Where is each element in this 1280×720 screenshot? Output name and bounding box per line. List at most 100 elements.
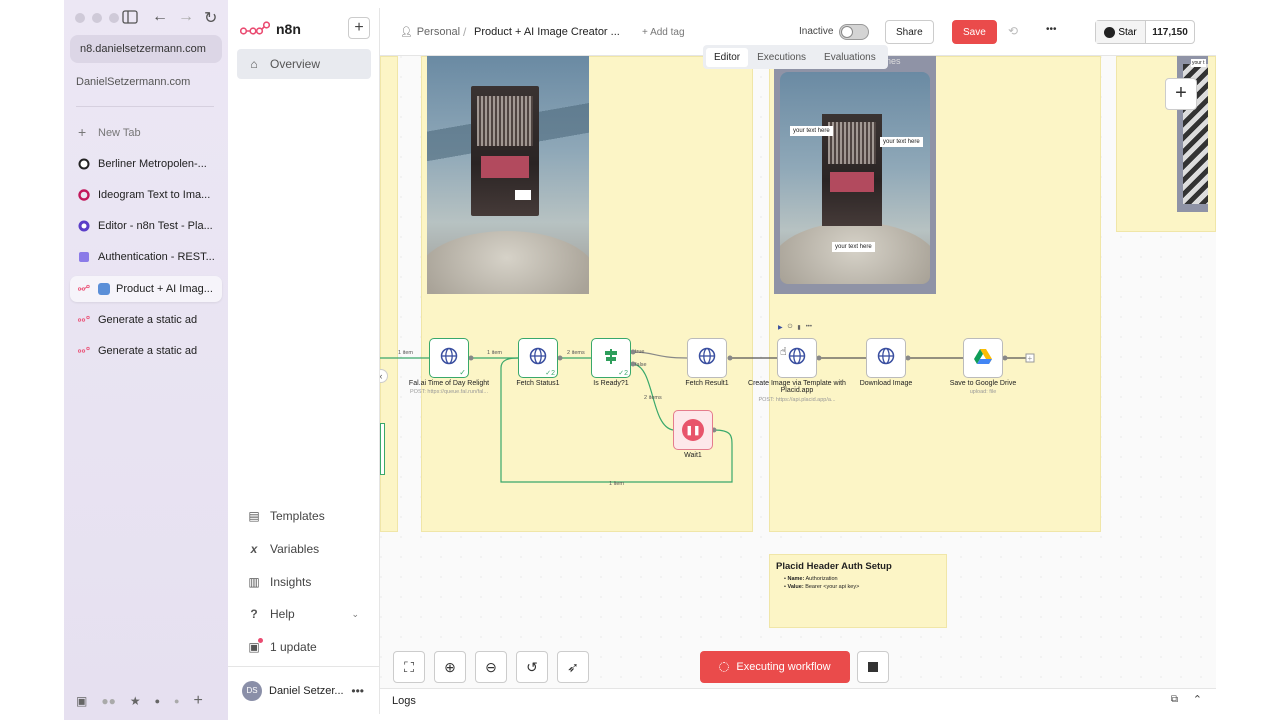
add-icon[interactable]: + [193, 692, 202, 710]
dot-icon[interactable]: ● [155, 696, 160, 706]
project-name: Personal [416, 26, 461, 38]
node-fetch-result[interactable] [687, 338, 727, 378]
create-button[interactable]: + [348, 17, 370, 39]
globe-icon [877, 347, 895, 370]
node-label: Download Image [859, 380, 913, 387]
n8n-favicon [77, 314, 90, 326]
stop-icon [868, 662, 878, 672]
zoom-out-button[interactable]: ⊖ [475, 651, 507, 683]
active-toggle[interactable] [839, 24, 869, 40]
browser-bottom-bar: ▣ ●● ★ ● ● + [76, 692, 203, 710]
node-fetch-status[interactable]: ✓2 [518, 338, 558, 378]
executing-workflow-button[interactable]: Executing workflow [700, 651, 850, 683]
node-is-ready[interactable]: ✓2 [591, 338, 631, 378]
address-bar[interactable]: n8.danielsetzermann.com [70, 35, 222, 63]
user-menu[interactable]: DS Daniel Setzer... ••• [228, 666, 380, 714]
placid-favicon [78, 220, 90, 232]
chart-icon: ▥ [248, 575, 260, 589]
user-icon: 👤︎ [400, 26, 413, 38]
window-controls[interactable] [75, 13, 119, 23]
popout-icon[interactable]: ⧉ [1171, 694, 1178, 705]
reset-zoom-button[interactable]: ↺ [516, 651, 548, 683]
node-subtitle: upload: file [969, 389, 997, 395]
trash-icon[interactable]: ▮ [797, 324, 800, 331]
tab-product-ai-image[interactable]: Product + AI Imag... [70, 276, 222, 302]
gift-icon[interactable]: ▣ [76, 694, 87, 708]
logs-label: Logs [392, 695, 416, 707]
tab-evaluations[interactable]: Evaluations [815, 48, 885, 67]
add-tag-link[interactable]: + Add tag [642, 27, 685, 38]
github-icon [1104, 26, 1116, 38]
stop-execution-button[interactable] [857, 651, 889, 683]
forward-icon[interactable]: → [178, 8, 194, 26]
tab-executions[interactable]: Executions [748, 48, 815, 67]
play-icon[interactable]: ▶ [778, 324, 783, 331]
people-icon[interactable]: ●● [101, 694, 116, 708]
tab-static-ad-2[interactable]: Generate a static ad [70, 338, 222, 364]
back-icon[interactable]: ← [152, 8, 168, 26]
new-tab-label: New Tab [98, 127, 141, 139]
tab-authentication[interactable]: Authentication - REST... [70, 244, 222, 270]
more-icon[interactable]: ••• [806, 324, 812, 331]
nav-help[interactable]: ? Help ⌄ [237, 599, 371, 629]
node-label: Is Ready?1 [593, 380, 629, 387]
tab-berliner[interactable]: Berliner Metropolen-... [70, 151, 222, 177]
edge-label: 1 item [609, 481, 624, 487]
tab-editor[interactable]: Editor [706, 47, 749, 67]
google-drive-icon [974, 348, 992, 369]
node-label: Save to Google Drive [949, 380, 1017, 387]
app-sidebar: n8n + ⌂ Overview ▤ Templates x Variables… [228, 8, 380, 714]
node-fal-relight[interactable]: ✓ [429, 338, 469, 378]
tab-static-ad-1[interactable]: Generate a static ad [70, 307, 222, 333]
save-button[interactable]: Save [952, 20, 997, 44]
ideogram-favicon [78, 189, 90, 201]
chevron-up-icon[interactable]: ⌃ [1193, 693, 1202, 706]
new-tab-button[interactable]: + New Tab [70, 120, 222, 146]
edge-label: 1 item [487, 350, 502, 356]
nav-label: Variables [270, 542, 320, 556]
more-options-icon[interactable]: ••• [1046, 24, 1057, 35]
globe-icon [440, 347, 458, 370]
tab-placid-editor[interactable]: Editor - n8n Test - Pla... [70, 213, 222, 239]
sticky-note-auth-setup[interactable]: Placid Header Auth Setup • Name: Authori… [769, 554, 947, 628]
tidy-up-button[interactable]: ➶ [557, 651, 589, 683]
dot-icon[interactable]: ● [174, 696, 179, 706]
fit-view-icon: ⛶ [404, 658, 414, 675]
node-toolbar[interactable]: ▶ ⏻ ▮ ••• [778, 324, 812, 331]
variables-icon: x [250, 542, 258, 556]
signpost-icon [602, 347, 620, 370]
tab-label: Product + AI Imag... [116, 283, 213, 295]
help-icon: ? [250, 607, 258, 621]
github-star-button[interactable]: Star 117,150 [1095, 20, 1195, 44]
power-icon[interactable]: ⏻ [788, 324, 793, 331]
nav-templates[interactable]: ▤ Templates [237, 501, 371, 531]
reload-icon[interactable]: ↻ [204, 8, 217, 28]
more-icon[interactable]: ••• [351, 684, 364, 698]
nav-overview[interactable]: ⌂ Overview [237, 49, 371, 79]
tab-label: Generate a static ad [98, 314, 198, 326]
project-breadcrumb[interactable]: 👤︎ Personal [400, 26, 460, 38]
edge-label: 2 items [567, 350, 585, 356]
edge-label: 1 item [398, 350, 413, 356]
node-google-drive[interactable] [963, 338, 1003, 378]
success-check-icon: ✓2 [618, 370, 628, 377]
star-icon[interactable]: ★ [130, 694, 141, 708]
nav-update[interactable]: ▣ 1 update [237, 632, 371, 662]
history-icon[interactable]: ⟲ [1008, 24, 1018, 38]
workflow-canvas[interactable]: nes your text here your text here your t… [380, 56, 1216, 688]
node-placid-create-image[interactable]: ☝︎ [777, 338, 817, 378]
nav-insights[interactable]: ▥ Insights [237, 567, 371, 597]
fit-view-button[interactable]: ⛶ [393, 651, 425, 683]
nav-variables[interactable]: x Variables [237, 534, 371, 564]
workflow-name[interactable]: Product + AI Image Creator ... [474, 26, 620, 38]
tab-ideogram[interactable]: Ideogram Text to Ima... [70, 182, 222, 208]
sidebar-toggle-icon[interactable] [122, 10, 138, 27]
chevron-down-icon: ⌄ [351, 608, 359, 619]
node-wait[interactable]: ❚❚ [673, 410, 713, 450]
share-button[interactable]: Share [885, 20, 934, 44]
node-download-image[interactable] [866, 338, 906, 378]
logs-panel-bar[interactable]: Logs ⧉ ⌃ [380, 688, 1216, 714]
cursor-hand-icon: ☝︎ [780, 346, 787, 358]
n8n-logo[interactable]: n8n [240, 21, 301, 37]
zoom-in-button[interactable]: ⊕ [434, 651, 466, 683]
